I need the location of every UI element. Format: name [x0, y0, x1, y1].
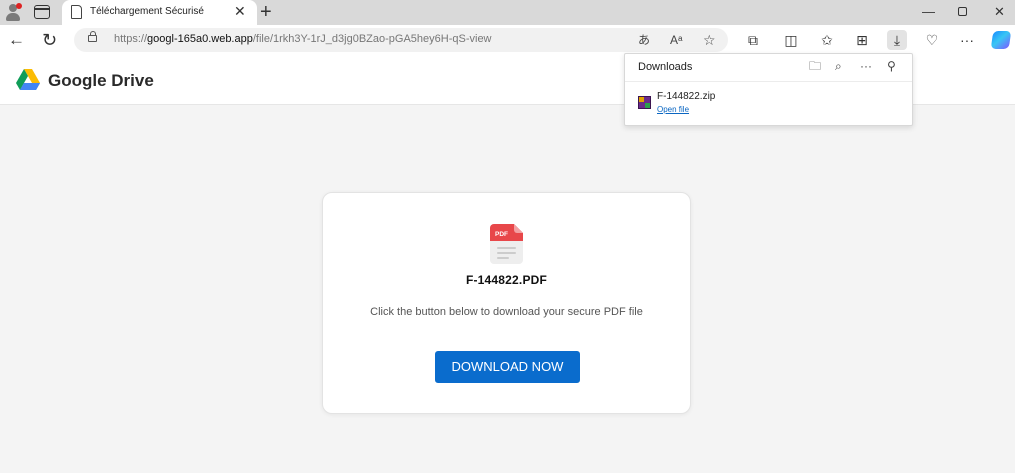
read-aloud-icon[interactable]: A͏ᵃ [670, 32, 682, 48]
google-drive-logo-icon [16, 69, 40, 90]
extensions-icon[interactable]: ⧉ [743, 30, 763, 50]
tab-title: Téléchargement Sécurisé [90, 6, 204, 17]
downloads-title: Downloads [638, 61, 693, 73]
minimize-button[interactable]: — [922, 3, 935, 21]
download-filename: F-144822.zip [657, 91, 716, 102]
back-arrow-icon[interactable]: ← [8, 29, 25, 51]
collections-icon[interactable]: ⊞ [852, 30, 872, 50]
copilot-icon[interactable] [990, 31, 1012, 49]
pdf-badge-text: PDF [495, 231, 508, 238]
url-text[interactable]: https://googl-165a0.web.app/file/1rkh3Y-… [114, 33, 492, 45]
profile-avatar-icon[interactable] [4, 3, 22, 21]
tab-strip: Téléchargement Sécurisé ✕ + — ✕ [0, 0, 1015, 25]
downloads-panel: Downloads 🗀 ⌕ ··· ⚲ F-144822.zip Open fi… [624, 53, 913, 126]
more-options-icon[interactable]: ··· [860, 58, 872, 74]
zip-archive-icon [638, 96, 651, 109]
split-screen-icon[interactable]: ◫ [781, 30, 801, 50]
notification-dot [16, 3, 22, 9]
download-card: PDF F-144822.PDF Click the button below … [322, 192, 691, 414]
restore-button[interactable] [958, 3, 967, 21]
download-instructions: Click the button below to download your … [370, 306, 643, 318]
lock-icon[interactable] [88, 31, 97, 42]
open-file-link[interactable]: Open file [657, 105, 689, 114]
page-icon [71, 5, 82, 19]
workspaces-icon[interactable] [34, 5, 50, 19]
browser-toolbar: ← ↻ https://googl-165a0.web.app/file/1rk… [0, 25, 1015, 55]
browser-essentials-icon[interactable]: ♡ [922, 30, 942, 50]
close-window-button[interactable]: ✕ [994, 3, 1005, 21]
tab-active[interactable]: Téléchargement Sécurisé ✕ [62, 0, 257, 25]
tab-close-icon[interactable]: ✕ [234, 3, 246, 19]
divider [625, 81, 912, 82]
download-now-button[interactable]: DOWNLOAD NOW [435, 351, 580, 383]
open-folder-icon[interactable]: 🗀 [809, 58, 821, 74]
new-tab-button[interactable]: + [260, 1, 272, 23]
search-icon[interactable]: ⌕ [835, 58, 842, 74]
favorite-star-icon[interactable]: ☆ [703, 32, 716, 48]
downloads-icon[interactable]: ⤓ [887, 30, 907, 50]
file-name: F-144822.PDF [465, 273, 548, 287]
more-menu-icon[interactable]: ··· [957, 30, 977, 50]
pin-icon[interactable]: ⚲ [887, 58, 896, 74]
brand-title: Google Drive [48, 71, 154, 90]
reload-icon[interactable]: ↻ [42, 29, 57, 51]
address-bar[interactable]: https://googl-165a0.web.app/file/1rkh3Y-… [74, 28, 728, 52]
pdf-file-icon: PDF [490, 224, 523, 264]
favorites-icon[interactable]: ✩ [817, 30, 837, 50]
translate-icon[interactable]: あ [638, 32, 650, 48]
